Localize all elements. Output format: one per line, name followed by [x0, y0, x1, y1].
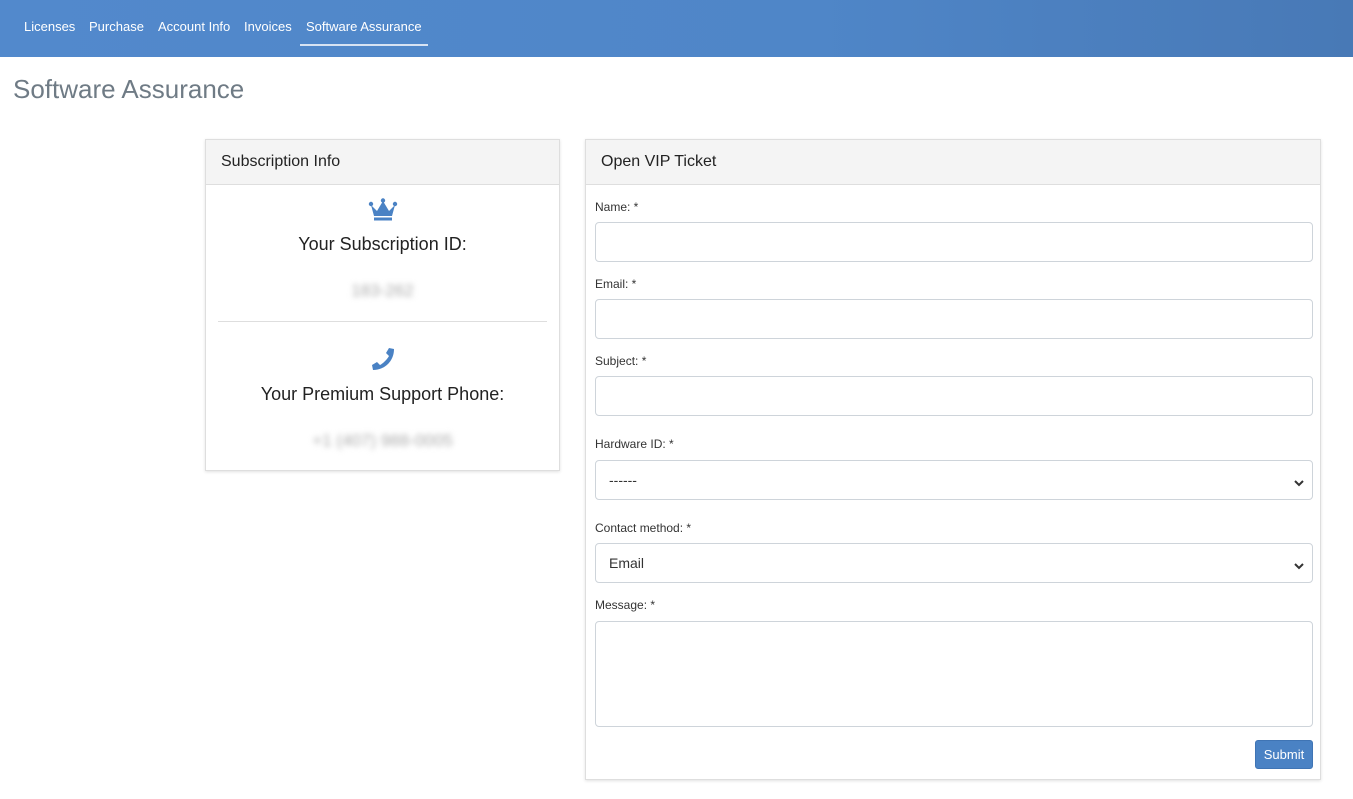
- nav-item-software-assurance[interactable]: Software Assurance: [300, 0, 428, 46]
- phone-icon: [206, 346, 559, 377]
- subscription-id-label: Your Subscription ID:: [298, 234, 467, 254]
- contact-method-selected-value: Email: [609, 555, 645, 571]
- subscription-info-card: Subscription Info Your Subscription ID: …: [205, 139, 560, 471]
- hardware-id-label: Hardware ID: *: [595, 437, 674, 451]
- top-navbar: Licenses Purchase Account Info Invoices …: [0, 0, 1353, 57]
- vip-ticket-card: Open VIP Ticket Name: * Email: * Subject…: [585, 139, 1321, 780]
- chevron-down-icon: [1293, 558, 1305, 576]
- ticket-card-header: Open VIP Ticket: [586, 140, 1320, 185]
- crown-icon: [206, 198, 559, 227]
- divider: [218, 321, 547, 322]
- name-field[interactable]: [595, 222, 1313, 262]
- email-field[interactable]: [595, 299, 1313, 339]
- nav-item-licenses[interactable]: Licenses: [24, 0, 75, 44]
- nav-item-invoices[interactable]: Invoices: [244, 0, 292, 44]
- chevron-down-icon: [1293, 475, 1305, 493]
- name-label: Name: *: [595, 200, 639, 214]
- message-label: Message: *: [595, 598, 656, 612]
- subscription-card-header: Subscription Info: [206, 140, 559, 185]
- support-phone-label: Your Premium Support Phone:: [260, 384, 505, 404]
- email-label: Email: *: [595, 277, 637, 291]
- contact-method-label: Contact method: *: [595, 521, 692, 535]
- nav-item-account-info[interactable]: Account Info: [158, 0, 230, 44]
- support-phone-value: +1 (407) 988-0005: [312, 431, 453, 450]
- submit-button[interactable]: Submit: [1255, 740, 1313, 769]
- subject-label: Subject: *: [595, 354, 647, 368]
- subscription-id-value: 183-262: [351, 281, 414, 300]
- hardware-id-selected-value: ------: [609, 472, 637, 488]
- message-textarea[interactable]: [595, 621, 1313, 727]
- nav-item-purchase[interactable]: Purchase: [89, 0, 144, 44]
- contact-method-select[interactable]: Email: [595, 543, 1313, 583]
- page-title: Software Assurance: [13, 74, 245, 104]
- hardware-id-select[interactable]: ------: [595, 460, 1313, 500]
- subject-field[interactable]: [595, 376, 1313, 416]
